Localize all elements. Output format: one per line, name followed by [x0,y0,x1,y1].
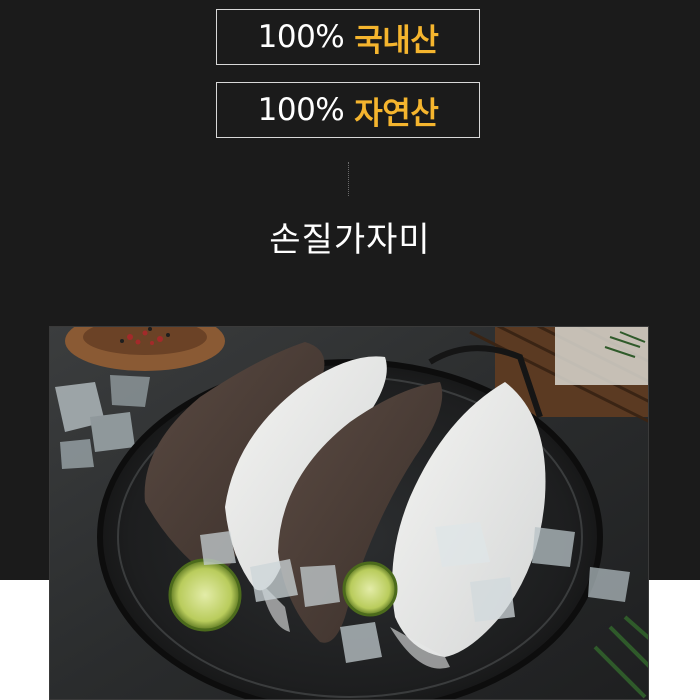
fish-platter-photo [49,326,649,700]
badge-percent: 100% [257,92,345,128]
product-title: 손질가자미 [269,220,431,260]
dotted-divider [348,162,349,196]
badge-percent: 100% [257,19,345,55]
badge-highlight: 국내산 [354,22,439,59]
badge-highlight: 자연산 [354,95,439,132]
origin-badge-wild: 100% 자연산 [216,82,480,138]
origin-badge-domestic: 100% 국내산 [216,9,480,65]
